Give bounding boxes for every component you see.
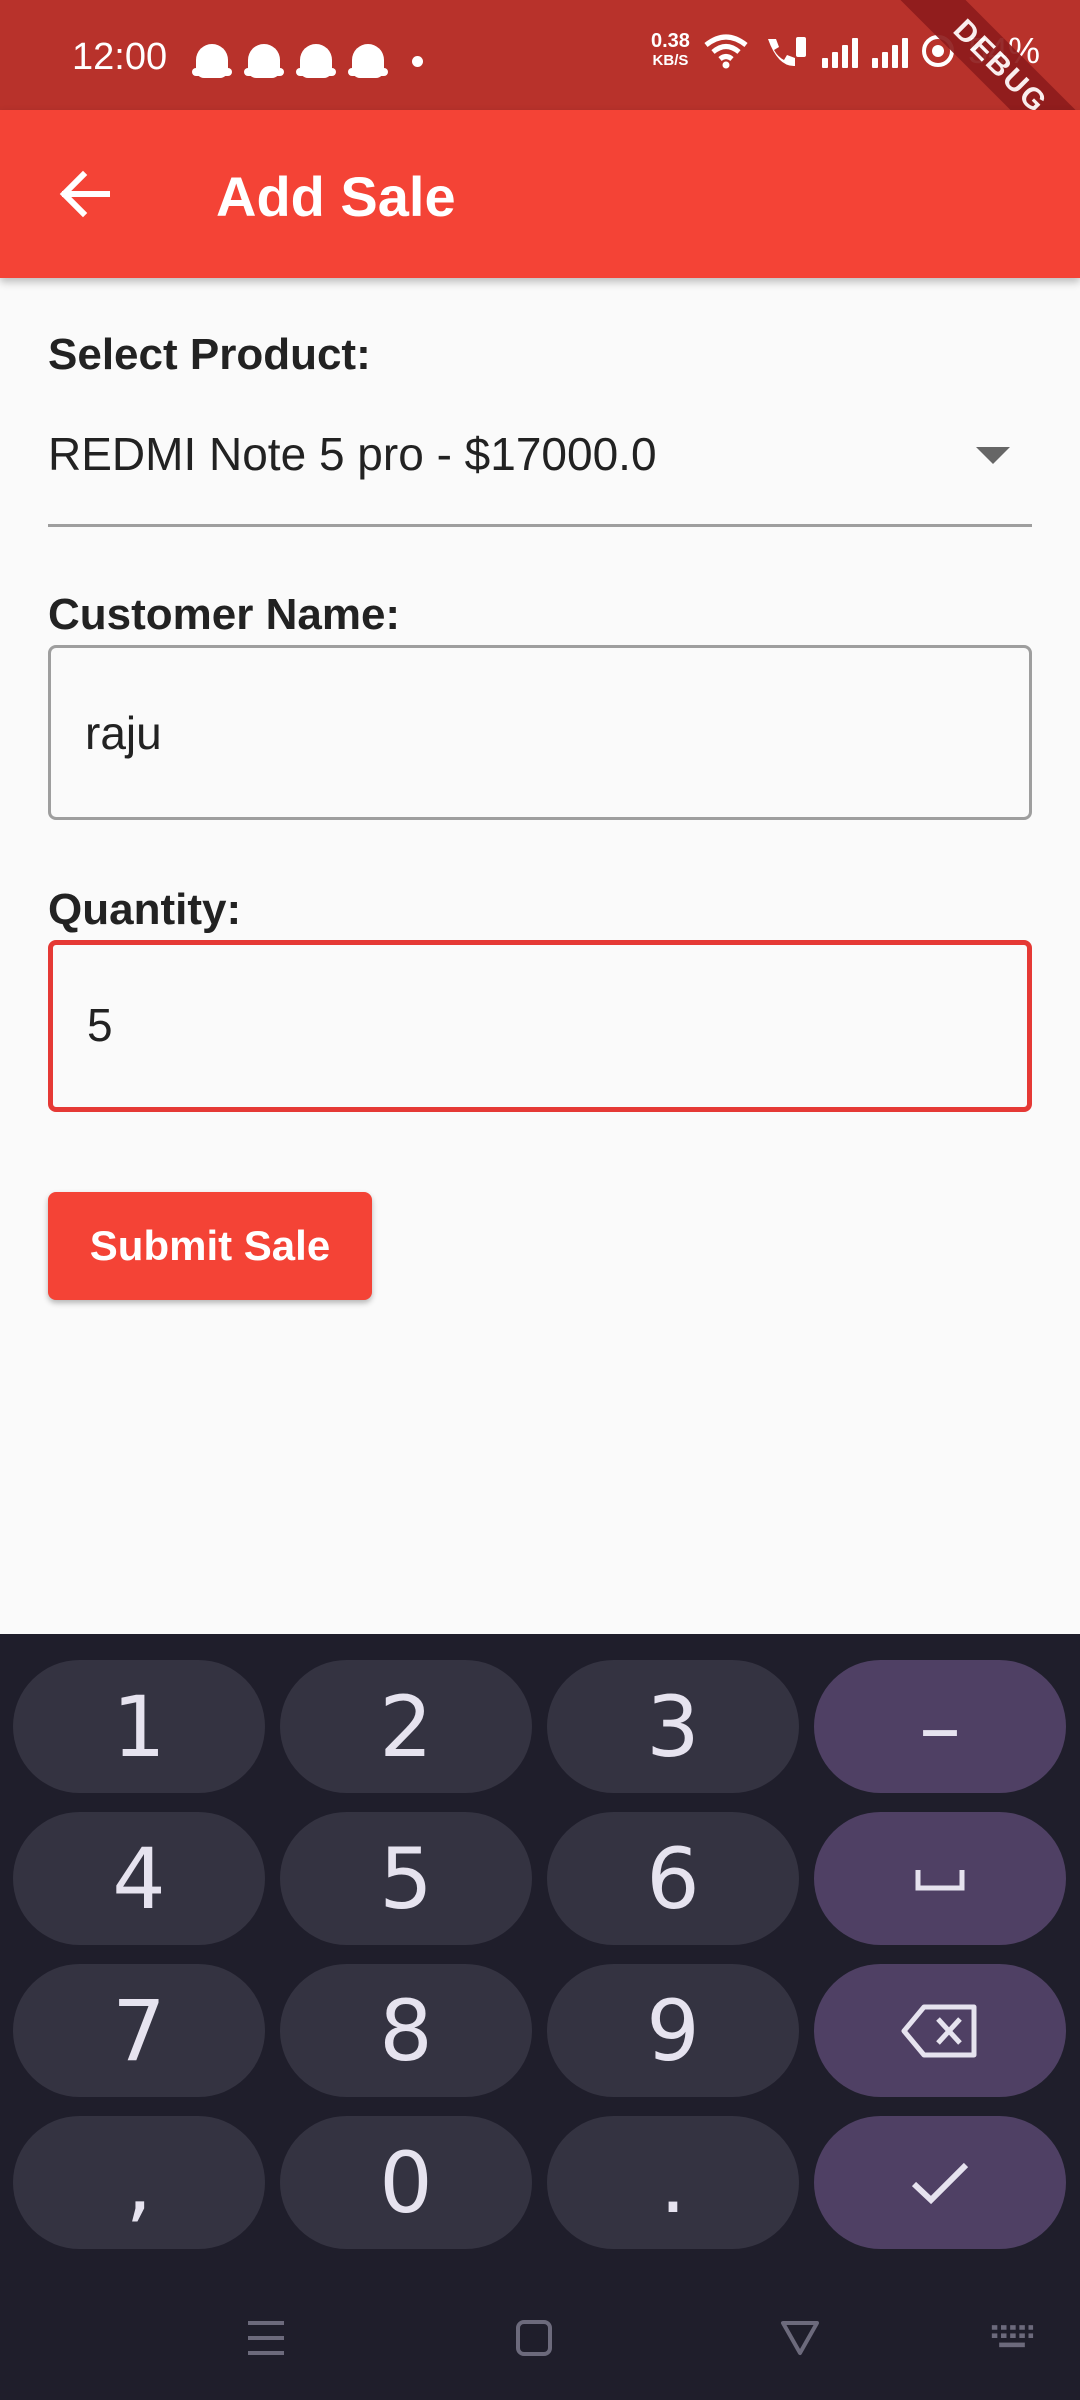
submit-sale-button[interactable]: Submit Sale <box>48 1192 372 1300</box>
menu-button[interactable] <box>244 2316 288 2360</box>
snapchat-icon <box>296 44 336 78</box>
net-speed: 0.38 KB/S <box>651 30 690 69</box>
product-label: Select Product: <box>48 330 371 379</box>
key-done[interactable] <box>814 2116 1066 2249</box>
dropdown-arrow-icon <box>976 447 1010 464</box>
key-6[interactable]: 6 <box>547 1812 799 1945</box>
notification-icons <box>192 44 423 78</box>
key-minus[interactable]: – <box>814 1660 1066 1793</box>
quantity-value: 5 <box>87 999 113 1051</box>
arrow-back-icon <box>59 170 110 218</box>
back-button[interactable] <box>44 154 124 234</box>
status-time: 12:00 <box>72 36 168 78</box>
customer-name-label: Customer Name: <box>48 590 401 639</box>
snapchat-icon <box>192 44 232 78</box>
customer-name-input[interactable]: raju <box>48 645 1032 820</box>
wifi-calling-icon <box>767 37 806 67</box>
key-4[interactable]: 4 <box>13 1812 265 1945</box>
key-7[interactable]: 7 <box>13 1964 265 2097</box>
snapchat-icon <box>348 44 388 78</box>
checkmark-icon <box>911 2162 969 2204</box>
quantity-label: Quantity: <box>48 885 242 934</box>
key-comma[interactable]: , <box>13 2116 265 2249</box>
quantity-input[interactable]: 5 <box>48 940 1032 1112</box>
menu-icon <box>248 2321 284 2355</box>
signal-icon <box>871 34 908 68</box>
app-bar: Add Sale <box>0 110 1080 278</box>
key-5[interactable]: 5 <box>280 1812 532 1945</box>
keyboard-switch-button[interactable] <box>990 2316 1034 2360</box>
key-9[interactable]: 9 <box>547 1964 799 2097</box>
key-period[interactable]: . <box>547 2116 799 2249</box>
back-nav-button[interactable] <box>778 2316 822 2360</box>
key-8[interactable]: 8 <box>280 1964 532 2097</box>
dot-icon <box>412 55 423 67</box>
product-selected-value: REDMI Note 5 pro - $17000.0 <box>48 428 657 480</box>
status-bar: 12:00 0.38 KB/S 54% DEBUG <box>0 0 1080 190</box>
home-button[interactable] <box>512 2316 556 2360</box>
system-nav-bar <box>0 2276 1080 2400</box>
space-icon <box>915 1869 965 1890</box>
key-0[interactable]: 0 <box>280 2116 532 2249</box>
snapchat-icon <box>244 44 284 78</box>
customer-name-value: raju <box>85 707 162 759</box>
back-triangle-icon <box>781 2321 819 2355</box>
backspace-icon <box>901 2004 977 2057</box>
key-backspace[interactable] <box>814 1964 1066 2097</box>
key-1[interactable]: 1 <box>13 1660 265 1793</box>
page-title: Add Sale <box>216 165 456 228</box>
home-square-icon <box>516 2320 552 2356</box>
key-3[interactable]: 3 <box>547 1660 799 1793</box>
wifi-icon <box>704 34 748 69</box>
product-dropdown[interactable]: REDMI Note 5 pro - $17000.0 <box>48 405 1032 527</box>
key-space[interactable] <box>814 1812 1066 1945</box>
key-2[interactable]: 2 <box>280 1660 532 1793</box>
signal-icon <box>821 34 858 68</box>
keyboard-icon <box>991 2325 1034 2348</box>
